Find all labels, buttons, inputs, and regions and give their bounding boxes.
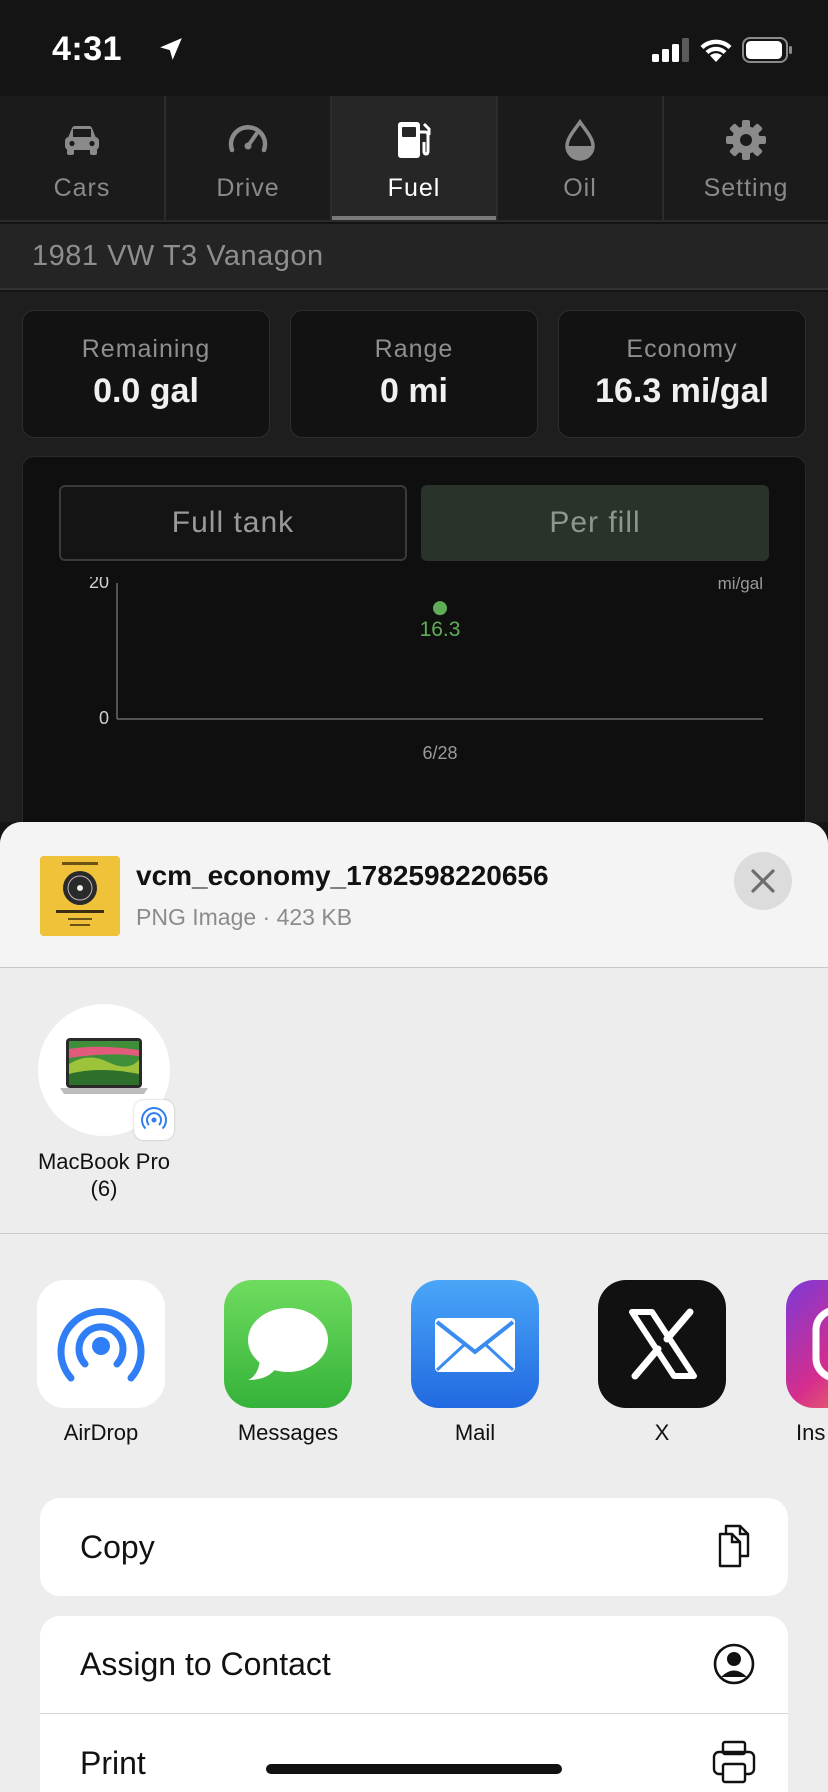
wifi-icon [700, 39, 732, 62]
mail-icon [411, 1280, 539, 1408]
tab-setting[interactable]: Setting [664, 96, 828, 220]
stat-card-economy: Economy 16.3 mi/gal [558, 310, 806, 438]
assign-to-contact-action[interactable]: Assign to Contact [40, 1616, 788, 1714]
per-fill-toggle[interactable]: Per fill [421, 485, 769, 561]
file-thumbnail [40, 856, 120, 936]
y-tick-label: 0 [99, 708, 109, 728]
stat-value: 16.3 mi/gal [595, 372, 769, 410]
cellular-signal-icon [652, 38, 689, 62]
share-app-x[interactable]: X [587, 1280, 737, 1446]
tab-label: Fuel [387, 174, 441, 202]
device-name: MacBook Pro (6) [26, 1148, 182, 1202]
economy-chart-card: Full tank Per fill mi/gal 20 0 16.3 6/28 [22, 456, 806, 856]
print-action[interactable]: Print [40, 1714, 788, 1792]
contact-icon [713, 1643, 755, 1685]
stat-label: Range [374, 335, 454, 363]
stat-card-remaining: Remaining 0.0 gal [22, 310, 270, 438]
device-name-line: (6) [90, 1176, 118, 1201]
tab-drive[interactable]: Drive [166, 96, 332, 220]
share-file-header: vcm_economy_1782598220656 PNG Image · 42… [0, 822, 828, 968]
battery-icon [742, 37, 792, 63]
airdrop-badge-icon [134, 1100, 174, 1140]
stat-value: 0 mi [379, 372, 449, 410]
share-app-messages[interactable]: Messages [213, 1280, 363, 1446]
oil-drop-icon [565, 118, 595, 161]
tab-label: Oil [563, 174, 597, 202]
tab-cars[interactable]: Cars [0, 96, 166, 220]
economy-chart: mi/gal 20 0 16.3 6/28 [89, 577, 763, 763]
file-meta: PNG Image · 423 KB [136, 904, 353, 930]
copy-action[interactable]: Copy [40, 1498, 788, 1596]
status-bar: 4:31 [0, 0, 828, 96]
share-app-instagram[interactable]: Ins [774, 1280, 828, 1446]
device-avatar [38, 1004, 174, 1140]
car-icon [65, 126, 99, 155]
tab-fuel[interactable]: Fuel [332, 96, 498, 220]
main-tab-bar: Cars Drive Fuel Oil Setting [0, 96, 828, 222]
device-name-line: MacBook Pro [37, 1149, 171, 1174]
x-tick-label: 6/28 [422, 743, 457, 763]
action-label: Assign to Contact [80, 1646, 331, 1682]
share-app-airdrop[interactable]: AirDrop [26, 1280, 176, 1446]
home-indicator [266, 1764, 562, 1774]
instagram-icon [786, 1280, 828, 1408]
status-time: 4:31 [52, 30, 123, 68]
close-icon [751, 869, 775, 893]
action-group: Copy [40, 1498, 788, 1596]
messages-icon [224, 1280, 352, 1408]
car-title: 1981 VW T3 Vanagon [32, 240, 324, 272]
app-label: Ins [796, 1420, 826, 1445]
stat-value: 0.0 gal [93, 372, 199, 410]
data-label: 16.3 [420, 618, 461, 641]
tab-label: Setting [703, 174, 789, 202]
location-arrow-icon [160, 38, 182, 60]
fuel-stats-area: Remaining 0.0 gal Range 0 mi Economy 16.… [0, 292, 828, 856]
x-logo-icon [598, 1280, 726, 1408]
fuel-pump-icon [398, 122, 431, 158]
car-title-bar[interactable]: 1981 VW T3 Vanagon [0, 224, 828, 290]
share-sheet: vcm_economy_1782598220656 PNG Image · 42… [0, 822, 828, 1792]
app-label: Mail [454, 1420, 496, 1445]
y-axis-unit-label: mi/gal [718, 577, 763, 593]
action-label: Copy [80, 1528, 155, 1565]
full-tank-toggle[interactable]: Full tank [59, 485, 407, 561]
app-label: Messages [237, 1420, 339, 1445]
airdrop-devices-row: MacBook Pro (6) [0, 968, 828, 1234]
share-actions: Copy Assign to Contact Print [40, 1498, 788, 1792]
stat-card-range: Range 0 mi [290, 310, 538, 438]
stat-label: Remaining [81, 335, 211, 363]
speedometer-icon [228, 125, 268, 153]
data-point [433, 601, 447, 616]
action-label: Print [80, 1744, 146, 1781]
tab-label: Drive [216, 174, 280, 202]
tab-oil[interactable]: Oil [498, 96, 664, 220]
tab-label: Cars [53, 174, 111, 202]
printer-icon [712, 1740, 756, 1784]
stat-label: Economy [626, 335, 738, 363]
close-share-button[interactable] [734, 852, 792, 910]
copy-icon [718, 1524, 750, 1568]
file-name: vcm_economy_1782598220656 [136, 860, 549, 891]
share-apps-row: AirDrop Messages Mail X Ins [0, 1234, 828, 1446]
y-tick-label: 20 [89, 577, 109, 592]
app-label: X [654, 1420, 670, 1445]
airdrop-device-macbook[interactable]: MacBook Pro (6) [26, 1004, 182, 1202]
gear-icon [726, 120, 766, 160]
share-app-mail[interactable]: Mail [400, 1280, 550, 1446]
app-label: AirDrop [63, 1420, 139, 1445]
airdrop-icon [37, 1280, 165, 1408]
thumbnail-image [40, 856, 120, 936]
